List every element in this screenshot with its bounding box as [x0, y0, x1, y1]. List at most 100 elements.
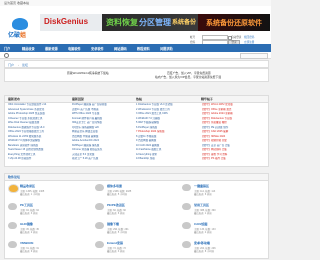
banner-brand-name: DiskGenius: [44, 17, 89, 26]
forum-item[interactable]: PE工具区 主题: 94, 帖数: 94 最后发表: 3 天前: [5, 200, 91, 219]
forum-last-post[interactable]: 最后发表: 6 天前: [194, 192, 212, 196]
forum-cloud-icon: [8, 184, 19, 193]
bird-logo-icon: [12, 18, 28, 30]
hot-threads-list: 1 DiskGenius 专业版 v6.0 正式版 2 Windows11 专业版…: [136, 103, 200, 162]
forum-last-post[interactable]: 最后发表: 3 天前: [20, 211, 38, 215]
forum-list-title[interactable]: 软件论坛: [8, 175, 20, 179]
forum-last-post[interactable]: 最后发表: 4 天前: [194, 230, 212, 234]
forum-item[interactable]: 常用工具区 主题: 388, 帖数: 390 最后发表: 1 天前: [179, 200, 265, 219]
forum-last-post[interactable]: 最后发表: 9 天前: [20, 249, 38, 253]
forum-item[interactable]: 精品收录区 主题: 1305, 帖数: 1305 最后发表: 1 小时前: [5, 181, 91, 200]
home-icon[interactable]: [4, 53, 9, 59]
search-input[interactable]: [240, 52, 268, 59]
main-nav: 门户 精品收录 最新资源 电脑软件 安卓软件 网站源码 教程资料 问题求助: [0, 44, 271, 52]
forum-last-post[interactable]: 最后发表: 5 小时前: [107, 230, 127, 234]
forum-name[interactable]: CAD/绘图: [194, 222, 207, 226]
text-ads: 原版Win10/Win11纯净系统下载站 百度广告，加入VIP，享受免费资源 站…: [4, 68, 269, 82]
site-logo-text: 亿破姐: [8, 33, 27, 39]
forum-item[interactable]: 媒体多场景 主题: 2168, 帖数: 2185 最后发表: 5 小时前: [92, 181, 178, 200]
nav-item-tutorials[interactable]: 教程资料: [137, 46, 150, 51]
banner-slogans: 资料恢复 分区管理 系统备份: [102, 14, 198, 31]
forum-name[interactable]: Extend安装: [107, 241, 123, 245]
featured-threads-list: 【精华】Win11 24H2 优化版 【精华】Office 全家桶 激活 【精华】A…: [201, 103, 265, 162]
forum-cloud-icon: [8, 241, 17, 248]
ad-link-right-2[interactable]: 站内广告，加入永久VIP会员，享受全站资源免费下载: [155, 75, 221, 79]
forum-cloud-icon: [8, 222, 17, 229]
auto-login-label: 自动登录: [231, 36, 242, 39]
forum-name[interactable]: 安卓/移动端: [194, 241, 210, 245]
forum-last-post[interactable]: 最后发表: 8 小时前: [194, 249, 214, 253]
header: DiskGenius 资料恢复 分区管理 系统备份 系统备份还原软件 亿破姐 帐…: [0, 6, 271, 46]
forum-name[interactable]: VMWARE: [20, 241, 34, 245]
nav-item-help[interactable]: 问题求助: [160, 46, 173, 51]
header-hot-threads[interactable]: 热帖: [136, 97, 142, 101]
nav-item-source[interactable]: 网站源码: [114, 46, 127, 51]
forum-last-post[interactable]: 最后发表: 3 天前: [107, 249, 125, 253]
hot-threads-header: 最新发布 最新回复 热帖 精华帖子: [5, 96, 268, 103]
set-homepage-link[interactable]: 设为首页: [4, 1, 16, 5]
breadcrumb-separator: ›: [18, 62, 19, 67]
latest-replies-list: PotPlayer 播放器 去广告绿色版 迅雷11 去广告版 不限速 WPS Off…: [72, 103, 136, 162]
forum-cloud-icon: [182, 222, 191, 229]
thread-link[interactable]: 7-Zip 24.08 压缩软件: [8, 157, 72, 162]
banner-right: 系统备份还原软件: [198, 14, 270, 31]
nav-item-android[interactable]: 安卓软件: [91, 46, 104, 51]
hot-threads-panel: 最新发布 最新回复 热帖 精华帖子 IObit Uninstaller 专业卸载…: [4, 95, 269, 167]
forum-cloud-icon: [95, 184, 104, 191]
thread-link[interactable]: 13 Bandizip 压缩: [136, 157, 200, 162]
forum-last-post[interactable]: 最后发表: 2 天前: [20, 230, 38, 234]
banner-slogan-1: 资料恢复: [106, 18, 138, 27]
ad-link-left[interactable]: 原版Win10/Win11纯净系统下载站: [67, 71, 157, 75]
forum-name[interactable]: 镜像下载: [107, 222, 119, 226]
breadcrumb-home[interactable]: 门户: [8, 63, 14, 67]
breadcrumb: 门户 › 论坛: [4, 60, 269, 68]
header-latest-replies[interactable]: 最新回复: [72, 97, 84, 101]
latest-posts-list: IObit Uninstaller 专业卸载软件 v14 Advanced Sys…: [8, 103, 72, 162]
forum-cloud-icon: [182, 184, 191, 191]
nav-item-home[interactable]: 门户: [4, 46, 10, 51]
forum-name[interactable]: 精品收录区: [20, 184, 35, 188]
thread-link[interactable]: 格式工厂 5.18 去广告版: [72, 157, 136, 162]
forum-item[interactable]: 镜像下载 主题: 290, 帖数: 291 最后发表: 5 小时前: [92, 219, 178, 238]
nav-item-latest[interactable]: 最新资源: [45, 46, 58, 51]
header-latest-posts[interactable]: 最新发布: [8, 97, 20, 101]
forum-item[interactable]: VMWARE 主题: 31, 帖数: 31 最后发表: 9 天前: [5, 238, 91, 257]
forum-name[interactable]: GHO镜像: [20, 222, 33, 226]
forum-last-post[interactable]: 最后发表: 1 天前: [194, 211, 212, 215]
thread-link[interactable]: 【精华】PS 插件 合集: [201, 157, 265, 162]
forum-last-post[interactable]: 最后发表: 6 天前: [107, 211, 125, 215]
banner-slogan-2: 分区管理: [139, 18, 171, 27]
forum-cloud-icon: [95, 241, 104, 248]
banner-slogan-right: 系统备份还原软件: [206, 20, 262, 27]
site-logo[interactable]: 亿破姐: [8, 18, 38, 40]
forum-name[interactable]: PE工具区: [20, 203, 33, 207]
forum-last-post[interactable]: 最后发表: 5 小时前: [107, 192, 127, 196]
forum-name[interactable]: PE/PE改进区: [107, 203, 125, 207]
sub-toolbar: [0, 52, 271, 59]
nav-item-pc-software[interactable]: 电脑软件: [68, 46, 81, 51]
breadcrumb-current[interactable]: 论坛: [22, 63, 28, 67]
forum-item[interactable]: Extend安装 主题: 72, 帖数: 72 最后发表: 3 天前: [92, 238, 178, 257]
forum-name[interactable]: 一键重装区: [194, 184, 209, 188]
header-featured-threads[interactable]: 精华帖子: [201, 97, 213, 101]
forum-cloud-icon: [95, 222, 104, 229]
forum-item[interactable]: 一键重装区 主题: 112, 帖数: 113 最后发表: 6 天前: [179, 181, 265, 200]
forum-cloud-icon: [8, 203, 17, 210]
forum-item[interactable]: GHO镜像 主题: 45, 帖数: 45 最后发表: 2 天前: [5, 219, 91, 238]
forum-list-header: 软件论坛: [5, 174, 268, 181]
user-label: 帐号: [190, 36, 196, 39]
forum-cloud-icon: [182, 203, 191, 210]
forum-name[interactable]: 媒体多场景: [107, 184, 122, 188]
forum-item[interactable]: 安卓/移动端 主题: 204, 帖数: 206 最后发表: 8 小时前: [179, 238, 265, 257]
forum-name[interactable]: 常用工具区: [194, 203, 209, 207]
nav-item-featured[interactable]: 精品收录: [22, 46, 35, 51]
forum-item[interactable]: CAD/绘图 主题: 133, 帖数: 133 最后发表: 4 天前: [179, 219, 265, 238]
top-banner-ad[interactable]: DiskGenius 资料恢复 分区管理 系统备份 系统备份还原软件: [40, 14, 270, 31]
forum-item[interactable]: PE/PE改进区 主题: 60, 帖数: 60 最后发表: 6 天前: [92, 200, 178, 219]
banner-brand: DiskGenius: [40, 14, 102, 31]
forum-list: 软件论坛 精品收录区 主题: 1305, 帖数: 1305 最后发表: 1 小时前媒…: [4, 173, 269, 259]
bookmark-link[interactable]: 收藏本站: [17, 1, 29, 5]
forum-cloud-icon: [182, 241, 191, 248]
forum-last-post[interactable]: 最后发表: 1 小时前: [20, 192, 40, 196]
find-password-link[interactable]: 找回密码: [244, 35, 254, 39]
